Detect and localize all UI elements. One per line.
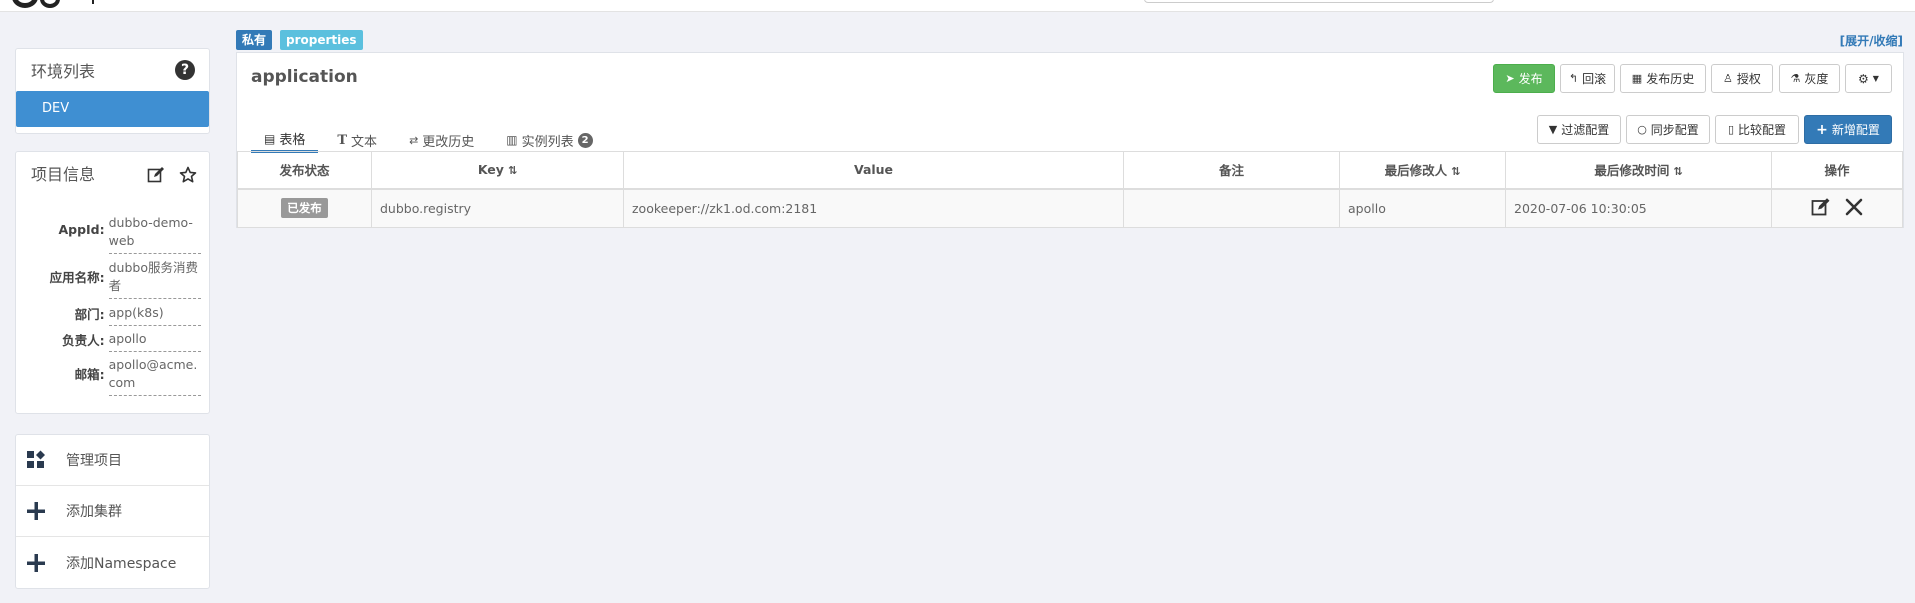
info-row-app-name: 应用名称: dubbo服务消费者 (26, 259, 201, 299)
flask-icon: ⚗ (1790, 72, 1801, 85)
view-tabs: ▤ 表格 T 文本 ⇄ 更改历史 ▥ 实例列表 2 (251, 127, 612, 153)
rollback-icon: ↰ (1568, 72, 1579, 85)
info-row-owner: 负责人: apollo (26, 330, 201, 352)
add-namespace-item[interactable]: 添加Namespace (16, 537, 209, 588)
edit-icon[interactable] (147, 166, 165, 188)
circle-icon: ○ (1637, 123, 1647, 136)
project-menu: 管理项目 添加集群 添加Namespace (15, 434, 210, 589)
search-input[interactable] (1144, 0, 1494, 3)
tab-text[interactable]: T 文本 (324, 127, 390, 153)
column-value: Value (623, 151, 1124, 190)
file-icon: ▯ (1727, 123, 1735, 136)
apollo-logo (12, 0, 38, 8)
status-badge: 已发布 (281, 198, 328, 219)
sort-icon[interactable]: ⇅ (508, 164, 517, 177)
column-operations: 操作 (1771, 151, 1903, 190)
key-cell: dubbo.registry (371, 188, 624, 228)
env-list-panel: 环境列表 ? DEV (15, 48, 210, 134)
expand-collapse-link[interactable]: [展开/收缩] (1840, 32, 1903, 49)
transfer-icon: ⇄ (409, 133, 419, 147)
gear-icon: ⚙ (1858, 71, 1869, 86)
send-icon: ➤ (1505, 72, 1515, 85)
modifier-cell: apollo (1339, 188, 1506, 228)
column-modifier[interactable]: 最后修改人 ⇅ (1339, 151, 1506, 190)
logo-mark (92, 0, 94, 4)
plus-icon (26, 501, 46, 521)
edit-icon[interactable] (1811, 197, 1831, 220)
settings-dropdown-button[interactable]: ⚙ ▼ (1845, 64, 1892, 93)
dashboard-icon (26, 450, 46, 470)
project-info-title: 项目信息 (31, 165, 96, 184)
tab-change-history[interactable]: ⇄ 更改历史 (396, 127, 487, 153)
info-row-appid: AppId: dubbo-demo-web (26, 214, 201, 254)
column-key[interactable]: Key ⇅ (371, 151, 624, 190)
project-info-panel: 项目信息 AppId: dubbo-demo-web 应用名称: dubbo服务… (15, 151, 210, 414)
operations-cell (1771, 188, 1903, 228)
authorize-button[interactable]: ♙ 授权 (1711, 64, 1773, 93)
list-icon: ▥ (506, 133, 518, 147)
table-row: 已发布 dubbo.registry zookeeper://zk1.od.co… (237, 188, 1903, 228)
env-list-title: 环境列表 (31, 62, 96, 81)
gray-release-button[interactable]: ⚗ 灰度 (1779, 64, 1840, 93)
sort-icon[interactable]: ⇅ (1673, 165, 1682, 178)
table-icon: ▤ (264, 131, 276, 146)
modified-time-cell: 2020-07-06 10:30:05 (1505, 188, 1772, 228)
add-cluster-item[interactable]: 添加集群 (16, 486, 209, 537)
value-cell: zookeeper://zk1.od.com:2181 (623, 188, 1124, 228)
calendar-icon: ▦ (1631, 72, 1643, 85)
tab-instances[interactable]: ▥ 实例列表 2 (493, 127, 605, 153)
text-icon: T (337, 132, 348, 148)
column-status: 发布状态 (237, 151, 372, 190)
status-cell: 已发布 (237, 188, 372, 228)
column-modified-time[interactable]: 最后修改时间 ⇅ (1505, 151, 1772, 190)
namespace-title: application (251, 67, 358, 87)
instance-count-badge: 2 (577, 132, 593, 148)
comment-cell (1123, 188, 1340, 228)
sync-config-button[interactable]: ○ 同步配置 (1626, 115, 1710, 144)
plus-icon: + (1816, 121, 1828, 138)
add-namespace-label: 添加Namespace (66, 555, 177, 572)
top-navbar (0, 0, 1915, 12)
config-table: 发布状态 Key ⇅ Value 备注 最后修改人 ⇅ 最后修改时间 ⇅ 操作 已发布… (237, 151, 1903, 228)
manage-project-item[interactable]: 管理项目 (16, 435, 209, 486)
table-header-row: 发布状态 Key ⇅ Value 备注 最后修改人 ⇅ 最后修改时间 ⇅ 操作 (237, 151, 1903, 190)
publish-button[interactable]: ➤ 发布 (1493, 64, 1555, 93)
tab-table[interactable]: ▤ 表格 (251, 127, 319, 153)
info-row-department: 部门: app(k8s) (26, 304, 201, 326)
compare-config-button[interactable]: ▯ 比较配置 (1715, 115, 1799, 144)
close-icon[interactable] (1845, 198, 1863, 219)
info-row-email: 邮箱: apollo@acme.com (26, 356, 201, 396)
namespace-panel: application ➤ 发布 ↰ 回滚 ▦ 发布历史 ♙ 授权 ⚗ 灰度 ⚙… (236, 52, 1904, 228)
add-cluster-label: 添加集群 (66, 504, 122, 520)
release-history-button[interactable]: ▦ 发布历史 (1620, 64, 1706, 93)
user-icon: ♙ (1723, 72, 1733, 85)
star-icon[interactable] (179, 166, 197, 188)
plus-icon (26, 553, 46, 573)
rollback-button[interactable]: ↰ 回滚 (1560, 64, 1615, 93)
filter-config-button[interactable]: ▼ 过滤配置 (1537, 115, 1621, 144)
format-tag: properties (280, 30, 363, 50)
manage-project-label: 管理项目 (66, 453, 122, 469)
help-icon[interactable]: ? (175, 60, 195, 80)
filter-icon: ▼ (1548, 123, 1558, 136)
sort-icon[interactable]: ⇅ (1451, 165, 1460, 178)
private-tag: 私有 (236, 30, 273, 50)
apollo-logo-part (40, 0, 60, 8)
env-item-dev[interactable]: DEV (16, 91, 209, 127)
add-config-button[interactable]: + 新增配置 (1804, 115, 1892, 144)
column-comment: 备注 (1123, 151, 1340, 190)
caret-down-icon: ▼ (1872, 74, 1879, 83)
